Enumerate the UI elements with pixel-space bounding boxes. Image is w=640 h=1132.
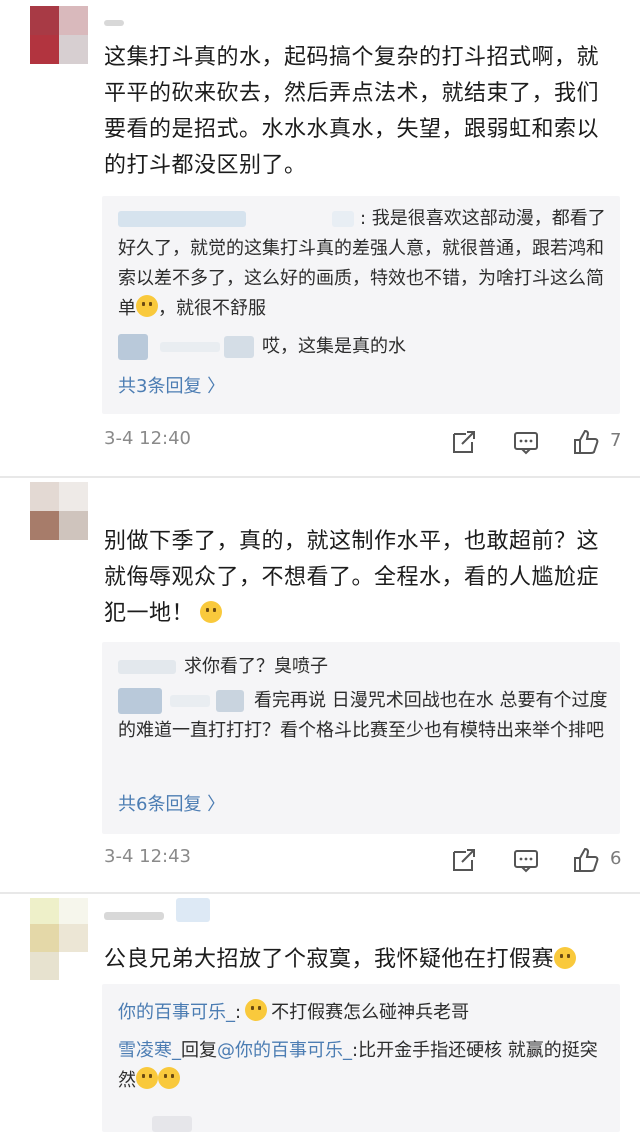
reply-username[interactable]: 雪凌寒_ <box>118 1040 181 1061</box>
comment-text: 公良兄弟大招放了个寂寞，我怀疑他在打假赛 <box>104 942 618 978</box>
glasses-emoji-icon <box>554 947 577 969</box>
like-count: 7 <box>610 430 622 451</box>
like-icon[interactable] <box>572 428 600 456</box>
reply-2: 哎，这集是真的水 <box>118 332 608 362</box>
mention-link[interactable]: @你的百事可乐_ <box>217 1040 352 1061</box>
divider <box>0 476 640 478</box>
like-count: 6 <box>610 848 622 869</box>
reply-username[interactable]: 你的百事可乐_ <box>118 1002 235 1023</box>
laugh-emoji-icon <box>136 1067 158 1089</box>
laugh-emoji-icon <box>245 999 268 1021</box>
reply-1: 你的百事可乐_: 不打假赛怎么碰神兵老哥 <box>118 998 608 1028</box>
divider <box>0 892 640 894</box>
timestamp: 3-4 12:43 <box>104 846 191 867</box>
reply-box: : 我是很喜欢这部动漫，都看了好久了，就觉的这集打斗真的差强人意，就很普通，跟若… <box>102 196 620 414</box>
comment-body: 公良兄弟大招放了个寂寞，我怀疑他在打假赛 <box>104 947 555 972</box>
avatar[interactable] <box>30 482 88 540</box>
reply-2: 看完再说 日漫咒术回战也在水 总要有个过度的难道一直打打打？看个格斗比赛至少也有… <box>118 686 608 746</box>
reply-box: 求你看了？臭喷子 看完再说 日漫咒术回战也在水 总要有个过度的难道一直打打打？看… <box>102 642 620 834</box>
reply-1: 求你看了？臭喷子 <box>118 652 608 682</box>
comment-actions: 3-4 12:43 6 <box>104 846 622 874</box>
like-icon[interactable] <box>572 846 600 874</box>
reply-text-tail: ，就很不舒服 <box>158 298 266 319</box>
reply-verb: 回复 <box>181 1040 217 1061</box>
comment-icon[interactable] <box>512 846 540 874</box>
timestamp: 3-4 12:40 <box>104 428 191 449</box>
reply-2: 雪凌寒_回复@你的百事可乐_:比开金手指还硬核 就赢的挺突然 <box>118 1036 608 1096</box>
comment-body: 别做下季了，真的，就这制作水平，也敢超前？这就侮辱观众了，不想看了。全程水，看的… <box>104 529 600 626</box>
share-icon[interactable] <box>450 846 478 874</box>
comment-icon[interactable] <box>512 428 540 456</box>
reply-username-blurred[interactable] <box>152 1116 192 1132</box>
username-blurred[interactable] <box>104 20 124 26</box>
more-replies-link[interactable]: 共6条回复 〉 <box>118 790 225 816</box>
avatar[interactable] <box>30 898 88 980</box>
comment-actions: 3-4 12:40 7 <box>104 428 622 456</box>
reply-username-blurred[interactable] <box>118 211 246 227</box>
reply-1: : 我是很喜欢这部动漫，都看了好久了，就觉的这集打斗真的差强人意，就很普通，跟若… <box>118 204 608 324</box>
reply-username-blurred[interactable] <box>118 688 162 714</box>
reply-colon: : <box>235 1002 242 1023</box>
comment-text: 这集打斗真的水，起码搞个复杂的打斗招式啊，就平平的砍来砍去，然后弄点法术，就结束… <box>104 45 600 178</box>
username-blurred[interactable] <box>104 912 164 920</box>
reply-box: 你的百事可乐_: 不打假赛怎么碰神兵老哥 雪凌寒_回复@你的百事可乐_:比开金手指… <box>102 984 620 1132</box>
confused-emoji-icon <box>136 295 158 317</box>
share-icon[interactable] <box>450 428 478 456</box>
reply-username-blurred[interactable] <box>118 334 148 360</box>
reply-text: 不打假赛怎么碰神兵老哥 <box>271 1002 470 1023</box>
laugh-emoji-icon <box>158 1067 180 1089</box>
reply-username-blurred[interactable] <box>118 660 176 674</box>
more-replies-link[interactable]: 共3条回复 〉 <box>118 372 225 398</box>
avatar[interactable] <box>30 6 88 64</box>
smile-emoji-icon <box>200 601 223 623</box>
reply-text: 哎，这集是真的水 <box>262 336 406 357</box>
comment-text: 别做下季了，真的，就这制作水平，也敢超前？这就侮辱观众了，不想看了。全程水，看的… <box>104 524 618 632</box>
reply-text: 求你看了？臭喷子 <box>184 656 328 677</box>
